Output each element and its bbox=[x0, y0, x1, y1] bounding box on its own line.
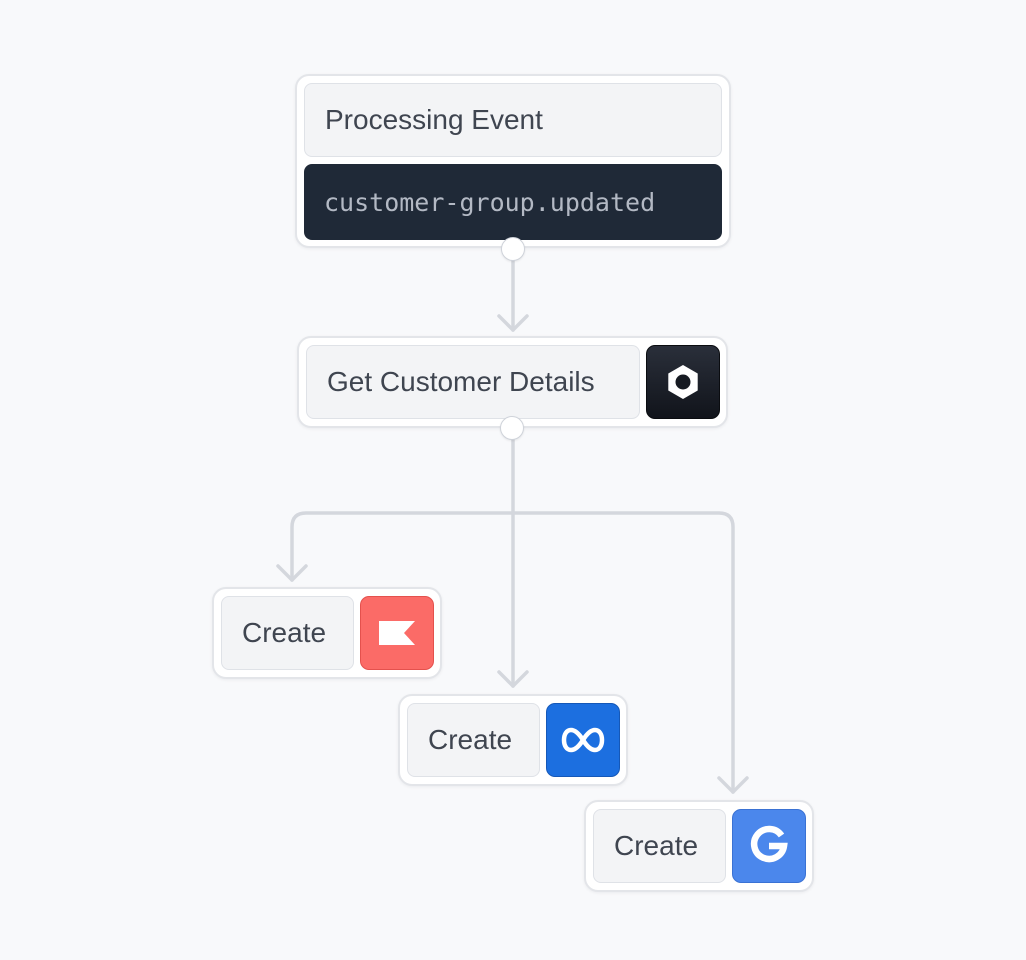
create-meta-node[interactable]: Create bbox=[398, 694, 628, 786]
hexagon-ring-icon bbox=[646, 345, 720, 419]
flag-icon bbox=[360, 596, 434, 670]
create-flag-node[interactable]: Create bbox=[212, 587, 442, 679]
connector-step-to-flag bbox=[290, 511, 515, 582]
create-google-label: Create bbox=[593, 809, 726, 883]
create-google-node[interactable]: Create bbox=[584, 800, 814, 892]
trigger-output-port[interactable] bbox=[501, 237, 525, 261]
get-customer-details-node[interactable]: Get Customer Details bbox=[297, 336, 728, 428]
step-output-port[interactable] bbox=[500, 416, 524, 440]
google-g-icon bbox=[732, 809, 806, 883]
trigger-title: Processing Event bbox=[304, 83, 722, 157]
event-name-code: customer-group.updated bbox=[304, 164, 722, 240]
workflow-canvas: Processing Event customer-group.updated … bbox=[0, 0, 1026, 960]
trigger-node[interactable]: Processing Event customer-group.updated bbox=[295, 74, 731, 248]
create-meta-label: Create bbox=[407, 703, 540, 777]
create-flag-label: Create bbox=[221, 596, 354, 670]
meta-infinity-icon bbox=[546, 703, 620, 777]
step-label: Get Customer Details bbox=[306, 345, 640, 419]
